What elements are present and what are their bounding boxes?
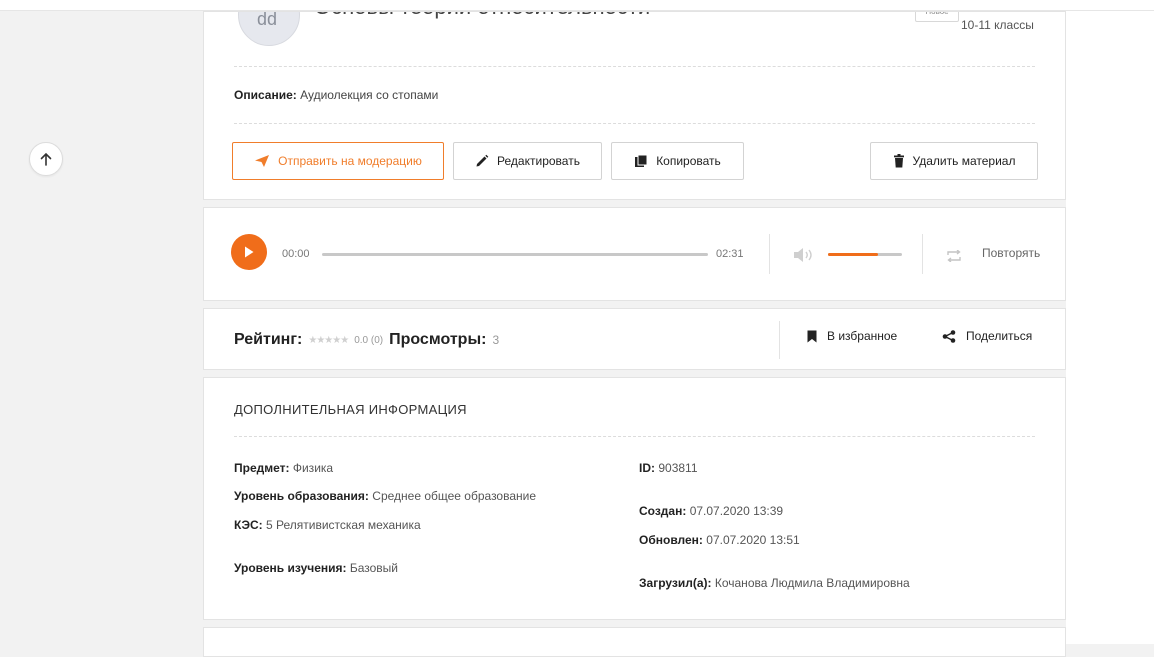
volume-level [828,253,878,256]
delete-material-button[interactable]: Удалить материал [870,142,1038,180]
new-badge: Новое [915,12,959,22]
right-gutter [1066,11,1154,644]
updated-row: Обновлен: 07.07.2020 13:51 [639,533,800,547]
scroll-to-top-button[interactable] [29,142,63,176]
material-header-card: dd Основы теории относительности Новое 1… [203,11,1066,200]
rating-row: Рейтинг: ★★★★★ 0.0 (0) Просмотры: 3 [234,331,500,348]
separator [769,234,770,274]
seek-bar[interactable] [322,253,708,256]
id-row: ID: 903811 [639,461,698,475]
current-time: 00:00 [282,248,310,260]
duration: 02:31 [716,248,744,260]
grade-label: 10-11 классы [961,18,1034,32]
study-level-row: Уровень изучения: Базовый [234,561,399,575]
share-icon [942,329,956,343]
arrow-up-icon [40,152,52,166]
edit-button[interactable]: Редактировать [453,142,602,180]
uploaded-by-row: Загрузил(а): Кочанова Людмила Владимиров… [639,576,910,590]
material-title: Основы теории относительности [314,12,650,20]
next-section-card [203,627,1066,657]
pencil-icon [476,154,489,167]
send-to-moderation-button[interactable]: Отправить на модерацию [232,142,444,180]
audio-player: 00:00 02:31 Повторять [203,207,1066,301]
volume-icon[interactable] [793,247,815,263]
education-level-row: Уровень образования: Среднее общее образ… [234,489,537,503]
play-icon [245,246,254,258]
views-count: 3 [492,333,500,347]
trash-icon [893,154,904,168]
stats-bar: Рейтинг: ★★★★★ 0.0 (0) Просмотры: 3 В из… [203,308,1066,370]
additional-info: ДОПОЛНИТЕЛЬНАЯ ИНФОРМАЦИЯ Предмет: Физик… [203,377,1066,620]
separator [922,234,923,274]
created-row: Создан: 07.07.2020 13:39 [639,504,784,518]
share-button[interactable]: Поделиться [942,329,1032,343]
divider [234,436,1035,437]
play-button[interactable] [231,234,267,270]
send-icon [255,155,270,167]
section-title: ДОПОЛНИТЕЛЬНАЯ ИНФОРМАЦИЯ [234,402,467,417]
separator [779,321,780,359]
kes-row: КЭС: 5 Релятивистская механика [234,518,421,532]
rating-stars[interactable]: ★★★★★ [308,335,349,346]
repeat-icon[interactable] [946,250,962,262]
repeat-label[interactable]: Повторять [982,246,1040,260]
bookmark-icon [807,330,817,342]
copy-icon [635,154,648,167]
subject-row: Предмет: Физика [234,461,334,475]
star-icon[interactable]: ★ [340,335,349,346]
divider [234,66,1035,67]
top-bar-edge [0,0,1154,11]
add-to-favorites-button[interactable]: В избранное [807,329,897,343]
description: Описание: Аудиолекция со стопами [234,88,439,102]
copy-button[interactable]: Копировать [611,142,744,180]
divider [234,123,1035,124]
rating-value: 0.0 (0) [354,334,384,346]
material-avatar: dd [238,12,300,46]
